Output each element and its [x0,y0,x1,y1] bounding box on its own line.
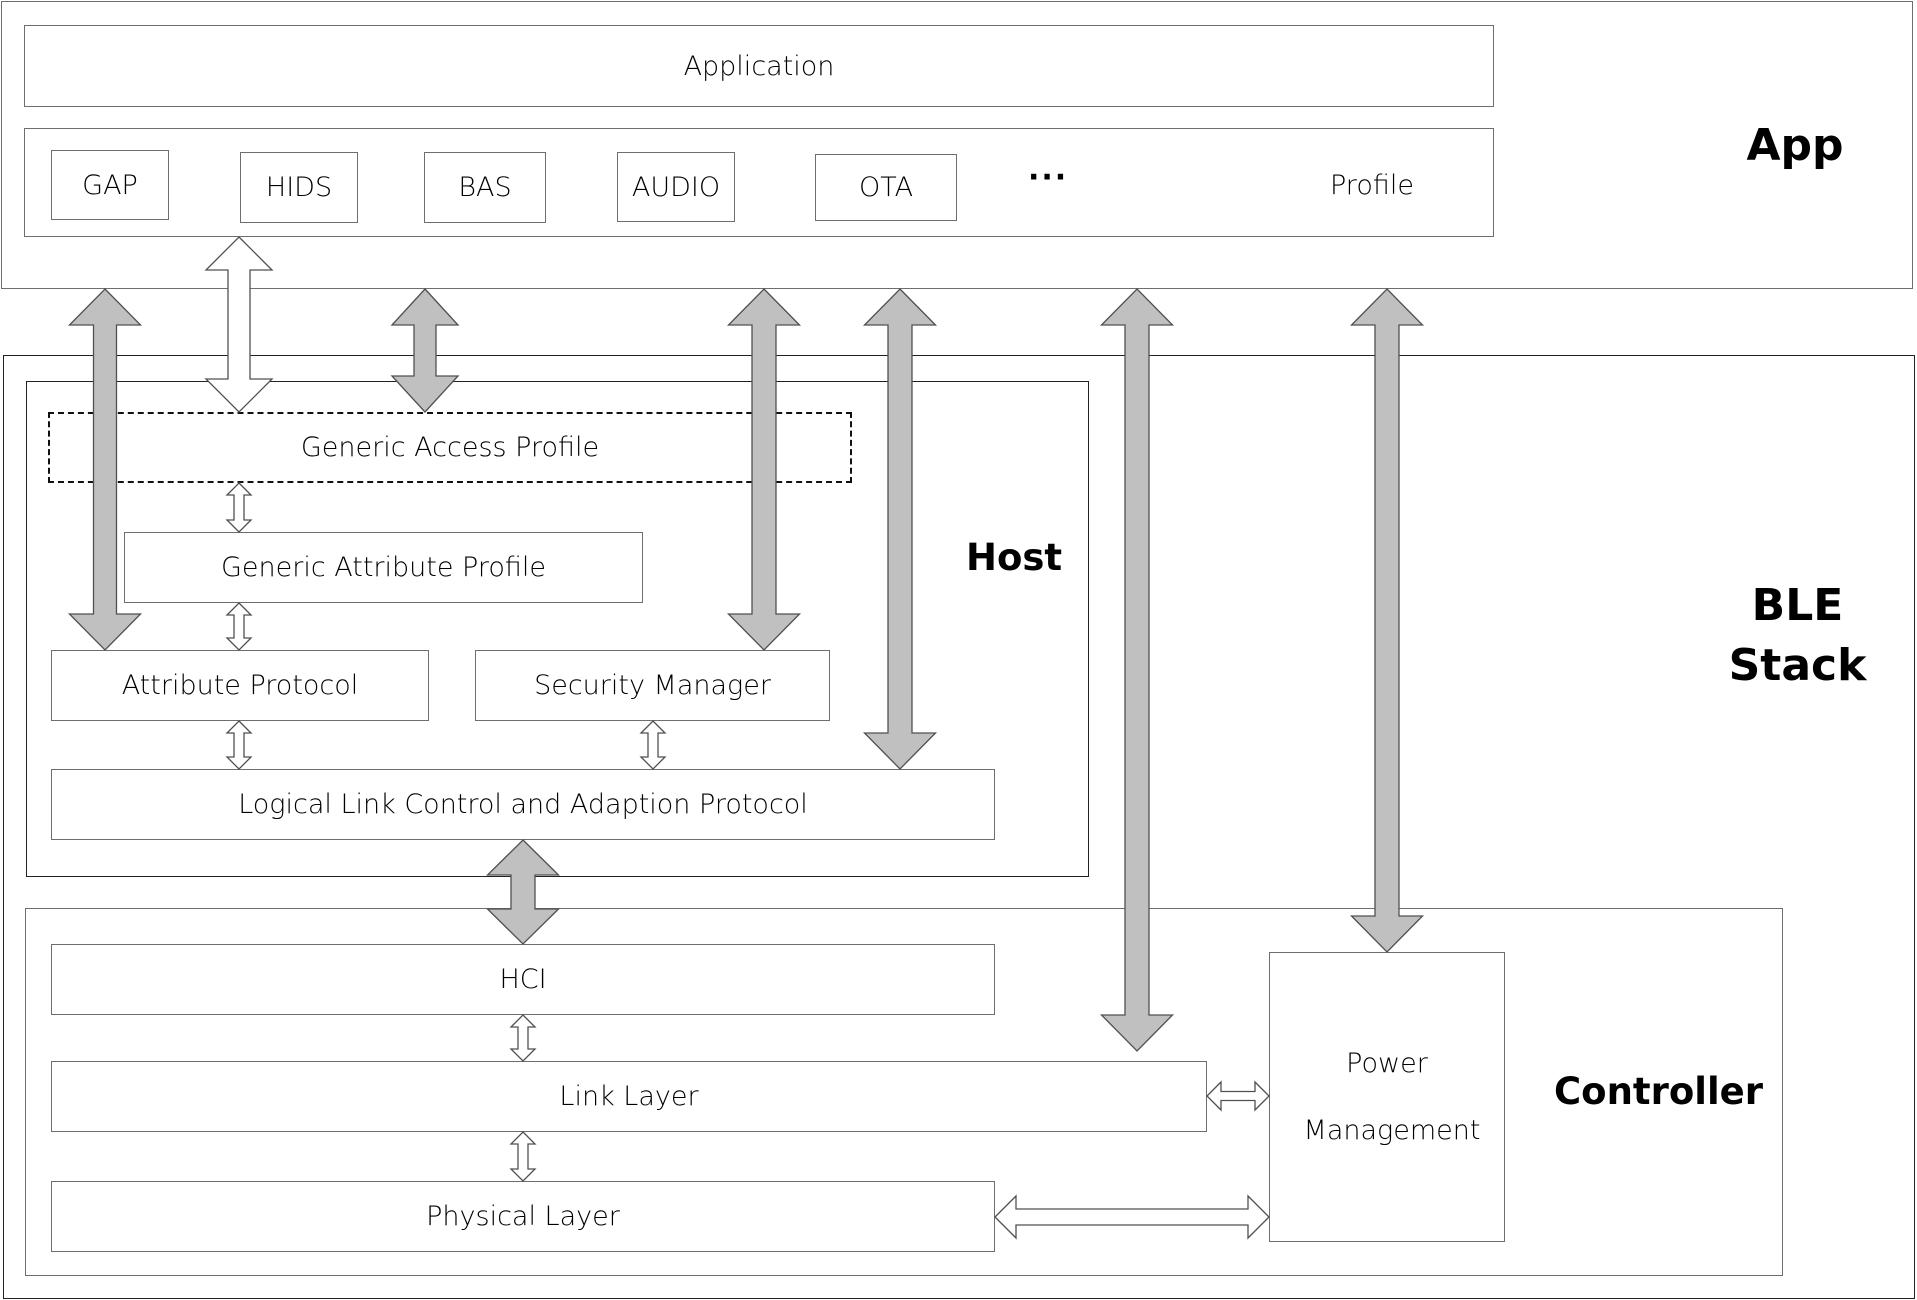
l2cap-label: Logical Link Control and Adaption Protoc… [238,789,808,820]
hci-label: HCI [499,964,547,995]
profile-hids-label: HIDS [265,172,333,203]
hci-box: HCI [51,944,995,1015]
ble-stack-label-line2: Stack [1728,640,1867,691]
profile-gap-label: GAP [82,169,138,201]
gatt-box: Generic Attribute Profile [124,532,643,603]
power-management-box: Power Management [1269,952,1505,1242]
application-box: Application [24,25,1494,107]
link-layer-box: Link Layer [51,1061,1207,1132]
profile-audio-label: AUDIO [631,171,721,203]
app-layer-label: App [1746,120,1844,171]
profile-ota: OTA [815,154,957,221]
profile-ota-label: OTA [858,172,914,203]
l2cap-box: Logical Link Control and Adaption Protoc… [51,769,995,840]
profile-gap: GAP [51,150,169,220]
application-label: Application [683,50,835,82]
profile-bas: BAS [424,152,546,223]
power-management-label-line1: Power [1346,1048,1428,1079]
profile-label: Profile [1330,170,1414,201]
att-box: Attribute Protocol [51,650,429,721]
physical-layer-label: Physical Layer [426,1201,620,1232]
physical-layer-box: Physical Layer [51,1181,995,1252]
ble-stack-label: BLE Stack [1720,576,1875,696]
power-management-label-line2: Management [1303,1115,1481,1146]
profile-audio: AUDIO [617,152,735,222]
gap-box: Generic Access Profile [48,412,852,483]
profile-hids: HIDS [240,152,358,223]
att-label: Attribute Protocol [121,670,359,701]
gatt-label: Generic Attribute Profile [220,552,547,583]
security-manager-label: Security Manager [534,670,771,701]
gap-label: Generic Access Profile [300,432,600,463]
ble-stack-label-line1: BLE [1751,580,1844,631]
profile-bas-label: BAS [458,172,512,203]
security-manager-box: Security Manager [475,650,830,721]
host-label: Host [966,536,1063,579]
link-layer-label: Link Layer [559,1081,699,1112]
more-profiles-ellipsis: ··· [1028,160,1069,195]
controller-label: Controller [1554,1070,1763,1113]
